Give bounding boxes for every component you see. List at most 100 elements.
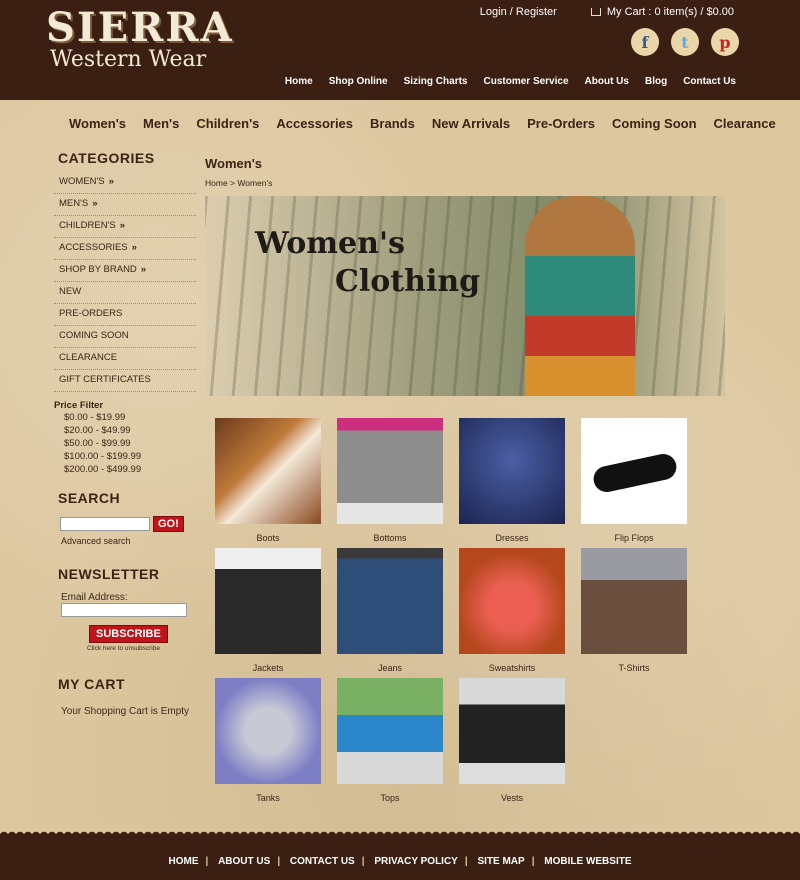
category-label: WOMEN'S — [59, 176, 105, 187]
subcategory-tile[interactable]: Tops — [337, 678, 443, 808]
price-range-link[interactable]: $100.00 - $199.99 — [64, 450, 196, 463]
main-nav-clearance[interactable]: Clearance — [714, 116, 776, 131]
footer-separator: | — [531, 856, 535, 867]
bottoms-image[interactable] — [337, 418, 443, 524]
category-label: ACCESSORIES — [59, 242, 128, 253]
advanced-search-link[interactable]: Advanced search — [61, 536, 196, 546]
subcategory-tile[interactable]: Sweatshirts — [459, 548, 565, 678]
category-label: MEN'S — [59, 198, 89, 209]
mini-cart-link[interactable]: My Cart : 0 item(s) / $0.00 — [590, 6, 734, 18]
chevron-right-icon: » — [92, 198, 98, 209]
sweatshirts-image[interactable] — [459, 548, 565, 654]
footer-separator: | — [361, 856, 365, 867]
chevron-right-icon: » — [140, 264, 147, 275]
top-nav-shop-online[interactable]: Shop Online — [329, 76, 388, 87]
banner-title-line1: Women's — [255, 226, 405, 261]
subcategory-tile[interactable]: T-Shirts — [581, 548, 687, 678]
tanks-image[interactable] — [215, 678, 321, 784]
category-label: COMING SOON — [59, 330, 129, 341]
site-footer: HOME | ABOUT US | CONTACT US | PRIVACY POLI… — [0, 834, 800, 880]
category-item[interactable]: ACCESSORIES» — [54, 238, 196, 260]
main-category-nav: Women's Men's Children's Accessories Bra… — [69, 116, 793, 131]
t-shirts-image[interactable] — [581, 548, 687, 654]
tile-label[interactable]: Jackets — [215, 663, 321, 673]
footer-separator: | — [464, 856, 468, 867]
subcategory-tile[interactable]: Bottoms — [337, 418, 443, 548]
footer-link-contact-us[interactable]: CONTACT US — [283, 856, 362, 867]
price-range-link[interactable]: $200.00 - $499.99 — [64, 463, 196, 476]
site-logo[interactable]: SIERRA Western Wear — [46, 8, 246, 78]
twitter-icon[interactable]: t — [671, 28, 699, 56]
category-item[interactable]: SHOP BY BRAND» — [54, 260, 196, 282]
top-nav-contact-us[interactable]: Contact Us — [683, 76, 736, 87]
footer-link-privacy-policy[interactable]: PRIVACY POLICY — [367, 856, 465, 867]
category-item[interactable]: NEW — [54, 282, 196, 304]
top-nav-sizing-charts[interactable]: Sizing Charts — [404, 76, 468, 87]
breadcrumb: Home > Women's — [205, 178, 273, 188]
main-nav-coming-soon[interactable]: Coming Soon — [612, 116, 697, 131]
tile-label[interactable]: Boots — [215, 533, 321, 543]
email-field[interactable] — [61, 603, 187, 617]
pinterest-icon[interactable]: p — [711, 28, 739, 56]
boots-image[interactable] — [215, 418, 321, 524]
tops-image[interactable] — [337, 678, 443, 784]
logo-title: SIERRA — [46, 4, 234, 51]
main-nav-new-arrivals[interactable]: New Arrivals — [432, 116, 510, 131]
tile-label[interactable]: Sweatshirts — [459, 663, 565, 673]
tile-label[interactable]: Jeans — [337, 663, 443, 673]
cart-empty-text: Your Shopping Cart is Empty — [61, 706, 190, 717]
search-input[interactable] — [60, 517, 150, 531]
top-nav-home[interactable]: Home — [285, 76, 313, 87]
login-register-link[interactable]: Login / Register — [480, 6, 557, 18]
price-filter: Price Filter $0.00 - $19.99 $20.00 - $49… — [54, 400, 196, 476]
subscribe-button[interactable]: SUBSCRIBE — [89, 625, 168, 643]
tile-label[interactable]: Tops — [337, 793, 443, 803]
category-item[interactable]: PRE-ORDERS — [54, 304, 196, 326]
tile-label[interactable]: T-Shirts — [581, 663, 687, 673]
footer-separator: | — [277, 856, 281, 867]
subcategory-tile[interactable]: Jackets — [215, 548, 321, 678]
facebook-icon[interactable]: f — [631, 28, 659, 56]
category-item[interactable]: COMING SOON — [54, 326, 196, 348]
main-nav-mens[interactable]: Men's — [143, 116, 179, 131]
price-range-link[interactable]: $20.00 - $49.99 — [64, 424, 196, 437]
footer-link-mobile-website[interactable]: MOBILE WEBSITE — [537, 856, 638, 867]
top-nav-about-us[interactable]: About Us — [585, 76, 629, 87]
category-item[interactable]: GIFT CERTIFICATES — [54, 370, 196, 392]
main-nav-womens[interactable]: Women's — [69, 116, 126, 131]
subcategory-tile[interactable]: Dresses — [459, 418, 565, 548]
flip-flops-image[interactable] — [581, 418, 687, 524]
jackets-image[interactable] — [215, 548, 321, 654]
unsubscribe-link[interactable]: Click here to unsubscribe — [87, 645, 196, 652]
vests-image[interactable] — [459, 678, 565, 784]
dresses-image[interactable] — [459, 418, 565, 524]
category-item[interactable]: MEN'S» — [54, 194, 196, 216]
cart-icon — [590, 8, 601, 16]
category-item[interactable]: WOMEN'S» — [54, 172, 196, 194]
main-nav-brands[interactable]: Brands — [370, 116, 415, 131]
tile-label[interactable]: Bottoms — [337, 533, 443, 543]
main-nav-childrens[interactable]: Children's — [196, 116, 259, 131]
main-nav-accessories[interactable]: Accessories — [276, 116, 353, 131]
subcategory-tile[interactable]: Jeans — [337, 548, 443, 678]
subcategory-tile[interactable]: Vests — [459, 678, 565, 808]
footer-link-about-us[interactable]: ABOUT US — [211, 856, 277, 867]
tile-label[interactable]: Dresses — [459, 533, 565, 543]
subcategory-tile[interactable]: Boots — [215, 418, 321, 548]
tile-label[interactable]: Tanks — [215, 793, 321, 803]
price-range-link[interactable]: $50.00 - $99.99 — [64, 437, 196, 450]
subcategory-tile[interactable]: Flip Flops — [581, 418, 687, 548]
footer-link-site-map[interactable]: SITE MAP — [470, 856, 531, 867]
price-range-link[interactable]: $0.00 - $19.99 — [64, 411, 196, 424]
category-item[interactable]: CHILDREN'S» — [54, 216, 196, 238]
footer-link-home[interactable]: HOME — [161, 856, 205, 867]
tile-label[interactable]: Vests — [459, 793, 565, 803]
tile-label[interactable]: Flip Flops — [581, 533, 687, 543]
main-nav-pre-orders[interactable]: Pre-Orders — [527, 116, 595, 131]
category-item[interactable]: CLEARANCE — [54, 348, 196, 370]
top-nav-blog[interactable]: Blog — [645, 76, 667, 87]
subcategory-tile[interactable]: Tanks — [215, 678, 321, 808]
top-nav-customer-service[interactable]: Customer Service — [483, 76, 568, 87]
jeans-image[interactable] — [337, 548, 443, 654]
search-go-button[interactable]: GO! — [153, 516, 184, 532]
